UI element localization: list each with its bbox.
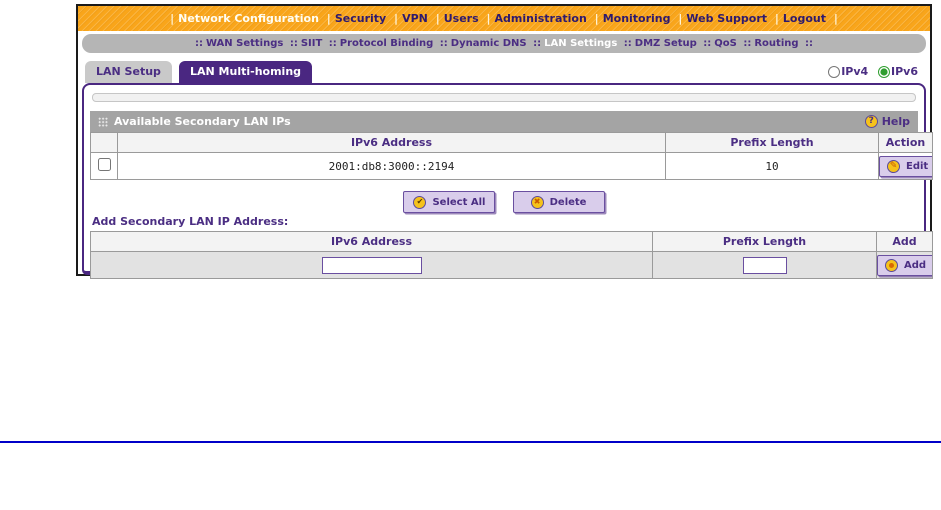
subnav-separator: :: [289, 38, 298, 49]
add-icon [885, 258, 898, 272]
main-nav: | Network Configuration | Security | VPN | U… [78, 6, 930, 31]
add-prefix-column-header: Prefix Length [652, 231, 877, 252]
tabs-row: LAN Setup LAN Multi-homing IPv4 IPv6 [78, 61, 930, 83]
subnav-separator: :: [703, 38, 712, 49]
add-table-header-row: IPv6 Address Prefix Length Add [90, 231, 933, 252]
nav-item-users[interactable]: Users [444, 12, 479, 25]
table-row: 2001:db8:3000::2194 10 ✎ Edit [90, 152, 933, 180]
ipv6-address-input[interactable] [321, 256, 422, 274]
help-label: Help [881, 115, 910, 128]
ipv4-radio-label[interactable]: IPv4 [828, 65, 868, 78]
subnav-item-lan-settings[interactable]: LAN Settings [544, 38, 617, 49]
subnav-separator: :: [805, 38, 814, 49]
subnav-item-wan-settings[interactable]: WAN Settings [206, 38, 283, 49]
row-prefix-length: 10 [665, 152, 879, 180]
subnav-separator: :: [743, 38, 752, 49]
content-panel: Available Secondary LAN IPs ? Help IPv6 … [82, 83, 933, 279]
subnav-separator: :: [439, 38, 448, 49]
nav-item-logout[interactable]: Logout [783, 12, 826, 25]
subnav-separator: :: [194, 38, 203, 49]
nav-separator: | [678, 12, 683, 25]
help-icon: ? [864, 115, 878, 128]
grip-dots-icon [98, 116, 108, 127]
ipv4-label-text: IPv4 [841, 64, 869, 78]
status-strip [92, 93, 916, 102]
subnav-separator: :: [328, 38, 337, 49]
delete-button[interactable]: ✖ Delete [512, 191, 605, 213]
add-section-title: Add Secondary LAN IP Address: [92, 215, 289, 228]
table-header-row: IPv6 Address Prefix Length Action [90, 132, 933, 153]
section-header: Available Secondary LAN IPs ? Help [90, 111, 918, 132]
nav-separator: | [326, 12, 331, 25]
prefix-length-input[interactable] [742, 256, 787, 274]
admin-window: | Network Configuration | Security | VPN | U… [76, 4, 933, 279]
subnav-separator: :: [623, 38, 632, 49]
subnav-item-protocol-binding[interactable]: Protocol Binding [340, 38, 434, 49]
prefix-length-column-header: Prefix Length [665, 132, 879, 153]
tab-lan-setup[interactable]: LAN Setup [85, 61, 172, 83]
tab-lan-multi-homing[interactable]: LAN Multi-homing [179, 61, 313, 83]
ipv6-label-text: IPv6 [891, 64, 918, 78]
select-all-label: Select All [432, 196, 486, 208]
add-button[interactable]: Add [877, 254, 932, 276]
nav-item-web-support[interactable]: Web Support [686, 12, 767, 25]
select-all-icon: ✔ [413, 195, 427, 209]
ipv4-radio[interactable] [828, 65, 841, 78]
nav-separator: | [170, 12, 175, 25]
available-ips-table: IPv6 Address Prefix Length Action 2001:d… [90, 132, 933, 180]
edit-button[interactable]: ✎ Edit [879, 155, 932, 177]
nav-item-administration[interactable]: Administration [495, 12, 587, 25]
delete-icon: ✖ [530, 195, 544, 209]
select-all-button[interactable]: ✔ Select All [403, 191, 496, 213]
sub-nav: :: WAN Settings :: SIIT :: Protocol Binding… [82, 34, 926, 53]
nav-separator: | [774, 12, 779, 25]
help-link[interactable]: ? Help [864, 115, 910, 128]
ipv6-address-column-header: IPv6 Address [117, 132, 666, 153]
nav-item-monitoring[interactable]: Monitoring [603, 12, 671, 25]
nav-separator: | [435, 12, 440, 25]
subnav-separator: :: [533, 38, 542, 49]
action-column-header: Action [878, 132, 933, 153]
nav-separator: | [833, 12, 838, 25]
section-title: Available Secondary LAN IPs [114, 115, 291, 128]
add-ipv6-column-header: IPv6 Address [90, 231, 653, 252]
nav-item-network-configuration[interactable]: Network Configuration [178, 12, 319, 25]
nav-separator: | [394, 12, 399, 25]
row-select-checkbox[interactable] [97, 158, 111, 171]
add-ip-table: IPv6 Address Prefix Length Add Add [90, 231, 933, 279]
row-ipv6-address: 2001:db8:3000::2194 [117, 152, 666, 180]
nav-item-security[interactable]: Security [335, 12, 386, 25]
nav-item-vpn[interactable]: VPN [402, 12, 428, 25]
delete-label: Delete [549, 196, 587, 208]
edit-button-label: Edit [906, 160, 929, 172]
ip-version-toggle: IPv4 IPv6 [828, 64, 924, 78]
add-column-header: Add [876, 231, 933, 252]
add-table-input-row: Add [90, 251, 933, 279]
subnav-item-dynamic-dns[interactable]: Dynamic DNS [451, 38, 527, 49]
subnav-item-qos[interactable]: QoS [714, 38, 737, 49]
ipv6-radio-label[interactable]: IPv6 [878, 65, 918, 78]
checkbox-column-header [90, 132, 118, 153]
ipv6-radio[interactable] [878, 65, 891, 78]
edit-icon: ✎ [887, 159, 900, 173]
table-actions: ✔ Select All ✖ Delete [90, 189, 918, 213]
page-divider-rule [0, 441, 941, 443]
subnav-item-dmz-setup[interactable]: DMZ Setup [635, 38, 697, 49]
add-button-label: Add [904, 259, 927, 271]
subnav-item-routing[interactable]: Routing [754, 38, 798, 49]
nav-separator: | [486, 12, 491, 25]
subnav-item-siit[interactable]: SIIT [301, 38, 322, 49]
nav-separator: | [594, 12, 599, 25]
